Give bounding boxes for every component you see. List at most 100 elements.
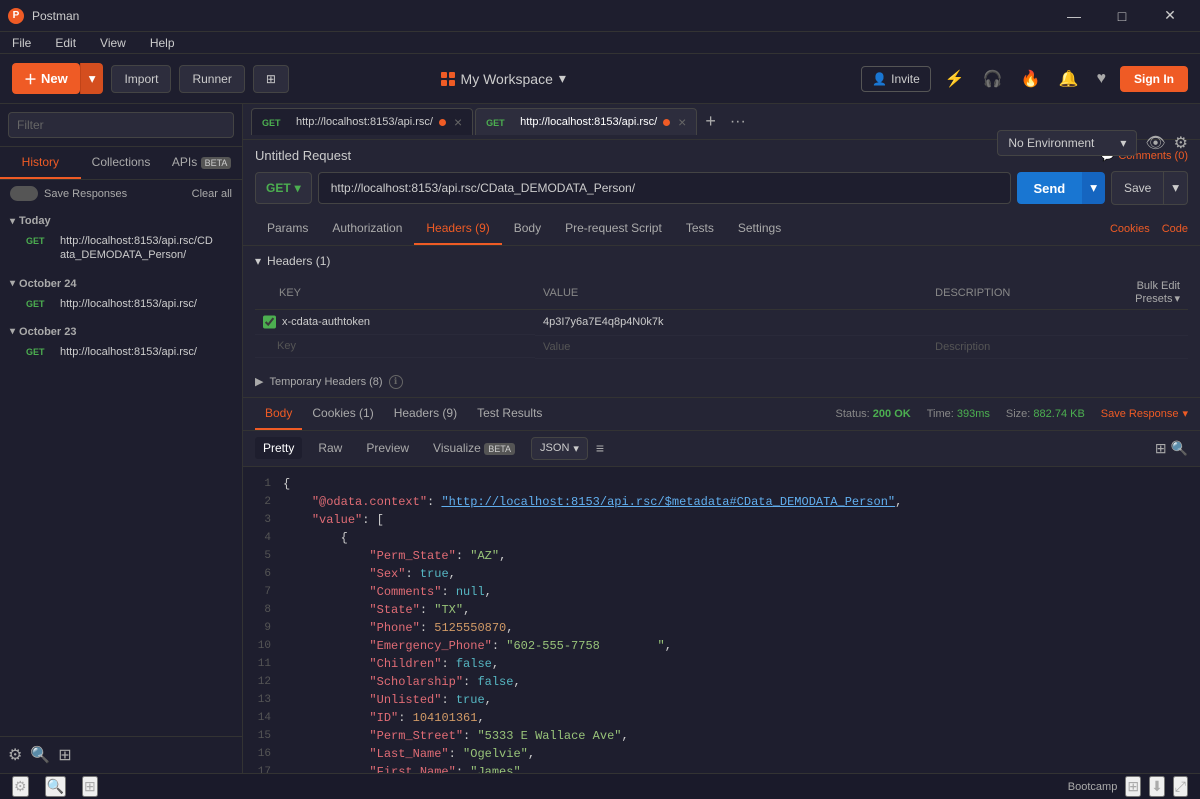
save-dropdown-button[interactable]: ▾ [1164, 171, 1188, 205]
close-button[interactable]: ✕ [1148, 0, 1192, 32]
menu-view[interactable]: View [96, 34, 130, 52]
response-tab-body[interactable]: Body [255, 398, 302, 430]
request-tab-1[interactable]: GET http://localhost:8153/api.rsc/ × [251, 108, 473, 135]
maximize-button[interactable]: □ [1100, 0, 1144, 32]
save-response-button[interactable]: Save Response ▾ [1101, 407, 1188, 420]
eye-icon-btn[interactable]: 👁 [1145, 133, 1165, 153]
body-tab-visualize[interactable]: Visualize BETA [425, 437, 523, 459]
list-item[interactable]: GET http://localhost:8153/api.rsc/ [10, 342, 232, 362]
new-header-desc-input[interactable] [935, 341, 1119, 353]
new-header-value-input[interactable] [543, 341, 919, 353]
response-tab-test-results[interactable]: Test Results [467, 398, 552, 430]
invite-button[interactable]: 👤 Invite [861, 66, 931, 92]
response-tab-cookies[interactable]: Cookies (1) [302, 398, 383, 430]
expand-icon-btn[interactable]: ⤢ [1173, 776, 1188, 797]
send-button[interactable]: Send [1017, 172, 1081, 204]
header-value-input[interactable] [543, 316, 919, 328]
value-column-header: VALUE [535, 276, 927, 310]
signin-button[interactable]: Sign In [1120, 66, 1188, 92]
wrap-lines-icon-btn[interactable]: ≡ [596, 440, 604, 456]
minimize-button[interactable]: — [1052, 0, 1096, 32]
tab-settings[interactable]: Settings [726, 213, 793, 245]
format-select[interactable]: JSON ▾ [531, 437, 588, 460]
gear-icon-btn[interactable]: ⚙ [1174, 133, 1188, 153]
code-link[interactable]: Code [1162, 223, 1188, 235]
tab-authorization[interactable]: Authorization [320, 213, 414, 245]
headers-table: KEY VALUE DESCRIPTION Bulk Edit Presets … [255, 276, 1188, 359]
cookies-link[interactable]: Cookies [1110, 223, 1150, 235]
search-icon-btn[interactable]: 🔍 [1171, 440, 1188, 457]
tab-headers[interactable]: Headers (9) [414, 213, 501, 245]
method-select[interactable]: GET ▾ [255, 172, 312, 204]
tab-close-icon[interactable]: × [454, 115, 462, 129]
headphone-icon-btn[interactable]: 🎧 [979, 65, 1007, 93]
heart-icon-btn[interactable]: ♥ [1093, 66, 1111, 92]
search-icon-btn[interactable]: 🔍 [45, 776, 66, 797]
trophy-icon-btn[interactable]: 🔥 [1017, 65, 1045, 93]
chevron-down-icon: ▾ [10, 278, 15, 289]
menu-help[interactable]: Help [146, 34, 179, 52]
env-area: No Environment ▾ 👁 ⚙ [997, 130, 1188, 156]
tab-body[interactable]: Body [502, 213, 553, 245]
layout-icon-btn[interactable]: ⊞ [82, 776, 98, 797]
code-line: 3 "value": [ [243, 511, 1200, 529]
tab-params[interactable]: Params [255, 213, 320, 245]
header-desc-input[interactable] [935, 316, 1119, 328]
grid-icon-btn[interactable]: ⊞ [1125, 776, 1141, 797]
clear-all-button[interactable]: Clear all [192, 188, 232, 200]
temp-headers-section[interactable]: ▶ Temporary Headers (8) ℹ [243, 367, 1200, 397]
header-row-checkbox[interactable] [263, 315, 276, 329]
body-tab-raw[interactable]: Raw [310, 437, 350, 459]
save-button[interactable]: Save [1111, 171, 1164, 205]
bootcamp-link[interactable]: Bootcamp [1068, 781, 1118, 793]
presets-button[interactable]: Presets ▾ [1135, 292, 1180, 305]
tab-method-badge: GET [262, 118, 290, 128]
section-oct23-header[interactable]: ▾ October 23 [10, 322, 232, 342]
search-input[interactable] [8, 112, 234, 138]
response-tab-headers[interactable]: Headers (9) [384, 398, 467, 430]
menu-edit[interactable]: Edit [51, 34, 80, 52]
section-today-header[interactable]: ▾ Today [10, 211, 232, 231]
sidebar-tab-history[interactable]: History [0, 147, 81, 179]
new-dropdown-button[interactable]: ▾ [80, 63, 104, 94]
menu-bar: File Edit View Help [0, 32, 1200, 54]
save-responses-toggle[interactable] [10, 186, 38, 201]
new-button[interactable]: ＋ New [12, 63, 80, 94]
runner-button[interactable]: Runner [179, 65, 244, 93]
list-item[interactable]: GET http://localhost:8153/api.rsc/ [10, 294, 232, 314]
env-select[interactable]: No Environment ▾ [997, 130, 1137, 156]
sidebar-search-button[interactable]: 🔍 [30, 745, 50, 765]
sidebar-tab-apis[interactable]: APIs BETA [161, 147, 242, 179]
header-key-input[interactable] [282, 316, 527, 328]
sidebar-tab-collections[interactable]: Collections [81, 147, 162, 179]
section-oct24-header[interactable]: ▾ October 24 [10, 274, 232, 294]
sidebar-settings-button[interactable]: ⚙ [8, 745, 22, 765]
bulk-edit-button[interactable]: Bulk Edit [1137, 280, 1180, 292]
history-url: http://localhost:8153/api.rsc/ [60, 297, 197, 311]
send-dropdown-button[interactable]: ▾ [1081, 172, 1105, 204]
new-header-key-input[interactable] [277, 340, 527, 352]
body-tab-preview[interactable]: Preview [358, 437, 417, 459]
body-tab-pretty[interactable]: Pretty [255, 437, 302, 459]
download-icon-btn[interactable]: ⬇ [1149, 776, 1165, 797]
menu-file[interactable]: File [8, 34, 35, 52]
sidebar-layout-button[interactable]: ⊞ [58, 745, 71, 765]
tab-close-icon[interactable]: × [678, 115, 686, 129]
table-row-new [255, 335, 1188, 358]
bell-icon-btn[interactable]: 🔔 [1055, 65, 1083, 93]
more-tabs-button[interactable]: ··· [724, 111, 752, 133]
tab-pre-request-script[interactable]: Pre-request Script [553, 213, 674, 245]
tab-tests[interactable]: Tests [674, 213, 726, 245]
copy-icon-btn[interactable]: ⊞ [1155, 440, 1167, 457]
settings-icon-btn[interactable]: ⚙ [12, 776, 29, 797]
request-tab-2[interactable]: GET http://localhost:8153/api.rsc/ × [475, 108, 697, 135]
list-item[interactable]: GET http://localhost:8153/api.rsc/CData_… [10, 231, 232, 266]
import-button[interactable]: Import [111, 65, 171, 93]
satellite-icon-btn[interactable]: ⚡ [941, 65, 969, 93]
url-input[interactable] [318, 172, 1012, 204]
headers-section-title[interactable]: ▾ Headers (1) [255, 254, 1188, 268]
add-tab-button[interactable]: + [699, 109, 722, 134]
workspace-selector[interactable]: My Workspace ▾ [441, 70, 566, 87]
extra-button[interactable]: ⊞ [253, 65, 289, 93]
sidebar-tabs: History Collections APIs BETA [0, 147, 242, 180]
